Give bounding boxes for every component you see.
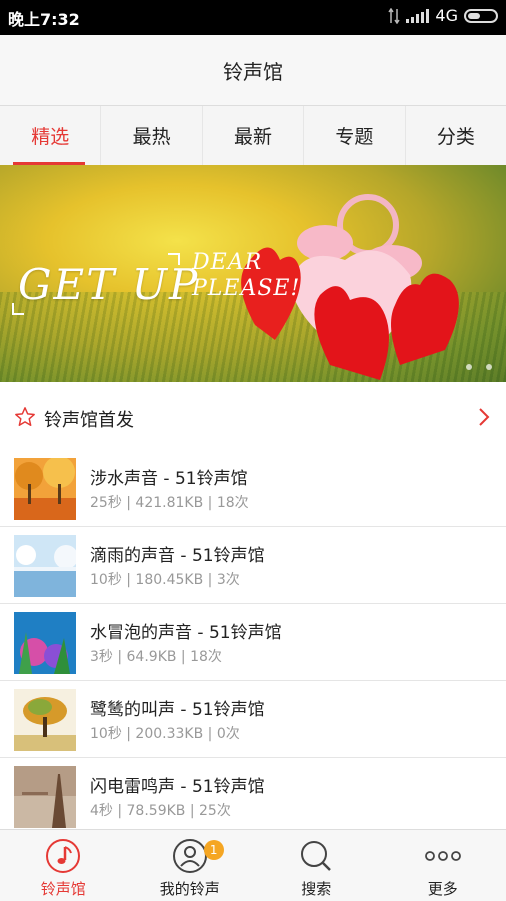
battery-icon <box>464 9 498 23</box>
tab-categories[interactable]: 分类 <box>406 106 506 165</box>
item-meta: 10秒 | 200.33KB | 0次 <box>90 723 240 743</box>
thumbnail-coral-reef <box>14 612 76 674</box>
carousel-dot[interactable] <box>486 364 492 370</box>
nav-label: 我的铃声 <box>127 878 254 899</box>
bottom-nav: 铃声馆 1 我的铃声 搜索 更多 <box>0 829 506 901</box>
banner-line-1: DEAR <box>192 250 300 276</box>
item-meta: 3秒 | 64.9KB | 18次 <box>90 646 222 666</box>
status-bar: 晚上7:32 4G <box>0 0 506 35</box>
item-title: 涉水声音 - 51铃声馆 <box>90 464 248 489</box>
chevron-right-icon[interactable] <box>478 407 490 427</box>
item-title: 鹭鸶的叫声 - 51铃声馆 <box>90 695 265 720</box>
tab-bar: 精选 最热 最新 专题 分类 <box>0 106 506 165</box>
nav-label: 搜索 <box>253 878 380 899</box>
signal-icon <box>406 9 429 23</box>
data-arrows-icon <box>388 8 400 24</box>
item-title: 水冒泡的声音 - 51铃声馆 <box>90 618 282 643</box>
user-icon <box>172 838 208 874</box>
list-item[interactable]: 闪电雷鸣声 - 51铃声馆 4秒 | 78.59KB | 25次 <box>0 758 506 835</box>
thumbnail-winter-lake <box>14 535 76 597</box>
thumbnail-lone-tree <box>14 689 76 751</box>
section-title: 铃声馆首发 <box>44 406 134 432</box>
item-meta: 4秒 | 78.59KB | 25次 <box>90 800 231 820</box>
thumbnail-autumn-trees <box>14 458 76 520</box>
list-item[interactable]: 鹭鸶的叫声 - 51铃声馆 10秒 | 200.33KB | 0次 <box>0 681 506 758</box>
notification-badge: 1 <box>204 840 224 860</box>
tab-newest[interactable]: 最新 <box>203 106 304 165</box>
status-time: 晚上7:32 <box>8 6 80 30</box>
nav-search[interactable]: 搜索 <box>253 830 380 901</box>
star-icon <box>14 406 36 428</box>
banner-line-2: PLEASE! <box>192 276 300 302</box>
nav-label: 更多 <box>380 878 506 899</box>
ringtone-list: 涉水声音 - 51铃声馆 25秒 | 421.81KB | 18次 滴雨的声音 … <box>0 450 506 835</box>
music-note-icon <box>45 838 81 874</box>
nav-label: 铃声馆 <box>0 878 127 899</box>
banner-headline: GET UP <box>18 260 199 309</box>
banner-carousel[interactable]: GET UP DEAR PLEASE! <box>0 165 506 382</box>
tab-hottest[interactable]: 最热 <box>101 106 202 165</box>
carousel-indicator <box>466 364 492 370</box>
item-title: 滴雨的声音 - 51铃声馆 <box>90 541 265 566</box>
page-title: 铃声馆 <box>0 35 506 106</box>
list-item[interactable]: 涉水声音 - 51铃声馆 25秒 | 421.81KB | 18次 <box>0 450 506 527</box>
banner-subtitle: DEAR PLEASE! <box>192 250 300 302</box>
search-icon <box>298 838 334 874</box>
nav-my-ringtones[interactable]: 1 我的铃声 <box>127 830 254 901</box>
network-type: 4G <box>435 6 458 25</box>
nav-more[interactable]: 更多 <box>380 830 506 901</box>
tab-topics[interactable]: 专题 <box>304 106 405 165</box>
item-meta: 10秒 | 180.45KB | 3次 <box>90 569 240 589</box>
section-header[interactable]: 铃声馆首发 <box>0 393 506 443</box>
more-icon <box>423 838 463 874</box>
item-title: 闪电雷鸣声 - 51铃声馆 <box>90 772 265 797</box>
list-item[interactable]: 滴雨的声音 - 51铃声馆 10秒 | 180.45KB | 3次 <box>0 527 506 604</box>
item-meta: 25秒 | 421.81KB | 18次 <box>90 492 249 512</box>
tab-featured[interactable]: 精选 <box>0 106 101 165</box>
nav-ringtone-hall[interactable]: 铃声馆 <box>0 830 127 901</box>
thumbnail-eiffel-tower <box>14 766 76 828</box>
carousel-dot[interactable] <box>466 364 472 370</box>
list-item[interactable]: 水冒泡的声音 - 51铃声馆 3秒 | 64.9KB | 18次 <box>0 604 506 681</box>
